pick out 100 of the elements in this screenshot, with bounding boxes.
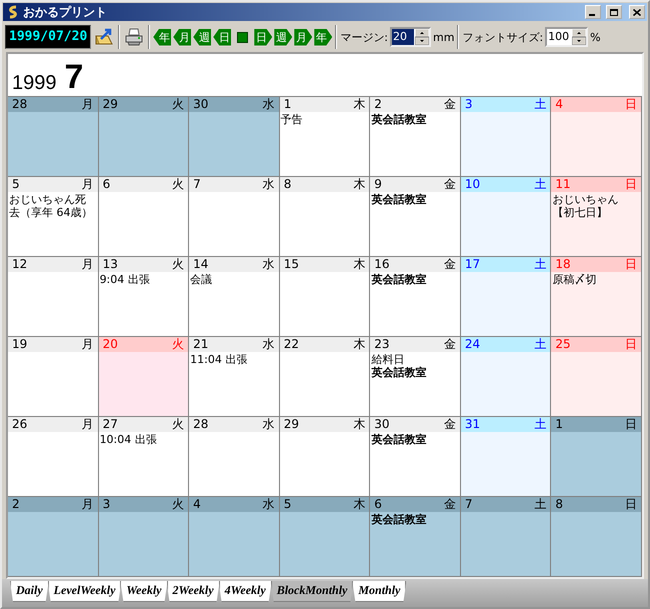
day-number: 30 [193, 97, 208, 112]
view-tab[interactable]: 4Weekly [218, 581, 272, 602]
weekday-label: 金 [444, 97, 456, 112]
day-number: 5 [12, 177, 20, 192]
maximize-icon [610, 8, 618, 16]
margin-spinner[interactable]: 20 [390, 27, 431, 47]
weekday-label: 日 [624, 97, 637, 112]
weekday-label: 月 [82, 497, 94, 512]
previous-button[interactable]: 日 [213, 28, 232, 46]
month-heading: 7 [64, 58, 84, 96]
day-number: 7 [193, 177, 201, 192]
date-display: 1999/07/20 [5, 25, 92, 49]
day-number: 21 [193, 337, 208, 352]
weekday-label: 火 [172, 337, 184, 352]
weekday-label: 金 [444, 417, 456, 432]
weekday-label: 金 [444, 337, 456, 352]
day-number: 28 [12, 97, 28, 112]
weekday-label: 木 [353, 257, 366, 272]
day-number: 23 [374, 337, 390, 352]
app-icon [6, 5, 20, 19]
weekday-label: 土 [534, 417, 546, 432]
previous-button[interactable]: 年 [153, 28, 172, 46]
event-text: 10:04 出張 [100, 433, 157, 446]
day-number: 1 [284, 97, 292, 112]
today-button[interactable] [237, 32, 248, 42]
day-number: 3 [464, 97, 472, 112]
minimize-button[interactable] [585, 5, 601, 19]
event-text: おじいちゃん死去（享年 64歳） [9, 193, 94, 219]
previous-button[interactable]: 週 [193, 28, 212, 46]
event-text: 英会話教室 [371, 113, 426, 126]
weekday-label: 火 [172, 97, 184, 112]
unit-label: mm [433, 30, 454, 44]
day-number: 27 [102, 417, 118, 432]
next-button[interactable]: 週 [274, 28, 292, 46]
event-text: 原稿〆切 [552, 273, 596, 286]
weekday-label: 月 [82, 97, 94, 112]
day-number: 14 [193, 257, 208, 272]
previous-button[interactable]: 月 [173, 28, 192, 46]
day-number: 8 [555, 497, 564, 512]
day-number: 12 [12, 257, 28, 272]
event-text: 会議 [190, 273, 212, 286]
font-size-spinner[interactable]: 100 [545, 27, 588, 47]
field-label: フォントサイズ: [462, 30, 544, 44]
view-tab[interactable]: Monthly [352, 581, 406, 602]
event-text: 英会話教室 [371, 193, 426, 206]
weekday-label: 金 [444, 257, 456, 272]
weekday-label: 日 [624, 177, 637, 192]
weekday-label: 水 [262, 417, 275, 432]
day-number: 1 [555, 417, 564, 432]
view-tab[interactable]: 2Weekly [166, 581, 220, 602]
weekday-label: 月 [82, 417, 94, 432]
weekday-label: 木 [353, 417, 366, 432]
day-number: 28 [193, 417, 208, 432]
weekday-label: 土 [534, 337, 546, 352]
folder-arrow-icon [94, 27, 114, 47]
day-number: 31 [464, 417, 480, 432]
weekday-label: 日 [624, 497, 637, 512]
day-number: 8 [284, 177, 292, 192]
day-number: 6 [374, 497, 382, 512]
weekday-label: 日 [624, 417, 637, 432]
weekday-label: 土 [534, 497, 546, 512]
event-text: 予告 [280, 113, 303, 126]
maximize-button[interactable] [606, 5, 622, 19]
close-icon [633, 8, 641, 16]
day-number: 6 [102, 177, 110, 192]
view-tab[interactable]: Daily [10, 581, 49, 602]
next-button[interactable]: 日 [254, 28, 272, 46]
day-number: 16 [374, 257, 390, 272]
weekday-label: 火 [172, 417, 184, 432]
view-tab[interactable]: Weekly [120, 581, 168, 602]
event-text: 英会話教室 [371, 513, 426, 526]
weekday-label: 水 [262, 177, 275, 192]
day-number: 7 [464, 497, 472, 512]
event-text: 11:04 出張 [190, 353, 248, 366]
view-tab[interactable]: BlockMonthly [270, 581, 354, 602]
day-number: 4 [193, 497, 201, 512]
view-tab[interactable]: LevelWeekly [48, 581, 122, 602]
weekday-label: 木 [353, 177, 366, 192]
weekday-label: 水 [262, 337, 275, 352]
event-text: 英会話教室 [371, 366, 426, 379]
day-number: 3 [102, 497, 110, 512]
day-number: 25 [555, 337, 571, 352]
next-button[interactable]: 年 [314, 28, 332, 46]
weekday-label: 水 [262, 497, 275, 512]
day-number: 26 [12, 417, 28, 432]
day-number: 15 [284, 257, 299, 272]
day-number: 9 [374, 177, 382, 192]
event-text: おじいちゃん【初七日】 [552, 193, 620, 219]
next-button[interactable]: 月 [294, 28, 312, 46]
day-number: 20 [102, 337, 118, 352]
close-button[interactable] [629, 5, 645, 19]
day-number: 24 [464, 337, 480, 352]
weekday-label: 月 [82, 337, 94, 352]
weekday-label: 木 [353, 497, 366, 512]
day-number: 2 [12, 497, 20, 512]
day-number: 11 [555, 177, 571, 192]
weekday-label: 金 [444, 497, 456, 512]
day-number: 29 [284, 417, 299, 432]
weekday-label: 火 [172, 177, 184, 192]
window-title: おかるプリント [23, 4, 108, 20]
